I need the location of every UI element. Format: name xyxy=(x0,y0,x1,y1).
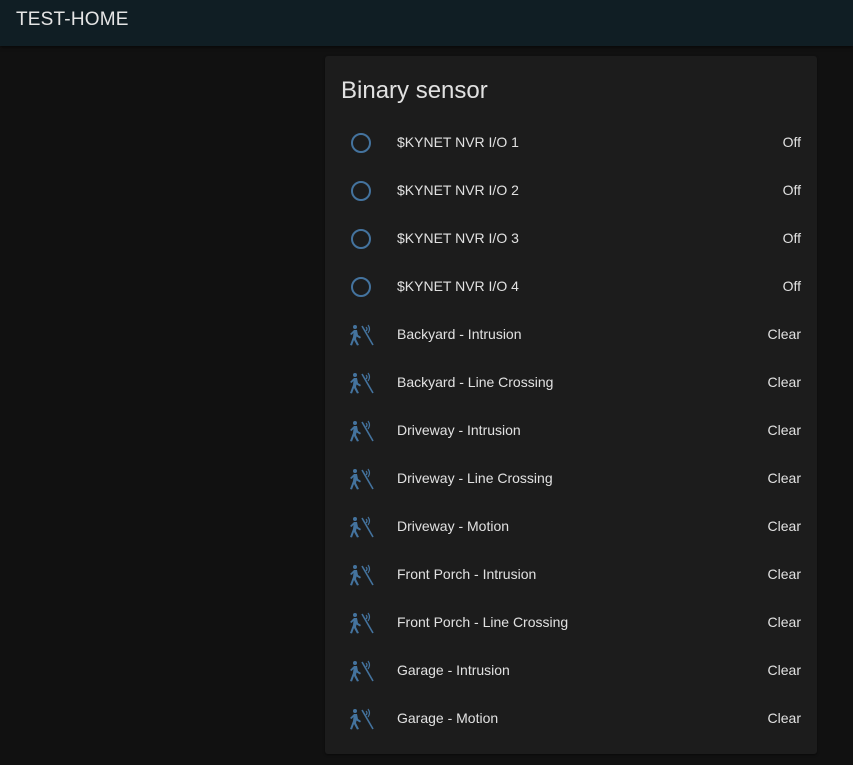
entity-name[interactable]: Driveway - Motion xyxy=(397,518,509,534)
motion-sensor-icon xyxy=(347,419,375,443)
radiobox-blank-icon xyxy=(347,275,375,299)
entity-row[interactable]: Backyard - Intrusion Clear xyxy=(325,311,817,359)
entity-state: Clear xyxy=(767,422,801,438)
motion-sensor-icon xyxy=(347,323,375,347)
entity-row[interactable]: $KYNET NVR I/O 1 Off xyxy=(325,119,817,167)
binary-sensor-card: Binary sensor $KYNET NVR I/O 1 Off $KYNET … xyxy=(325,56,817,754)
entity-name[interactable]: $KYNET NVR I/O 1 xyxy=(397,134,519,150)
entity-row[interactable]: $KYNET NVR I/O 3 Off xyxy=(325,215,817,263)
entity-state: Clear xyxy=(767,326,801,342)
entity-name[interactable]: Front Porch - Line Crossing xyxy=(397,614,568,630)
entity-name[interactable]: $KYNET NVR I/O 2 xyxy=(397,182,519,198)
entity-row[interactable]: $KYNET NVR I/O 4 Off xyxy=(325,263,817,311)
entity-state: Clear xyxy=(767,566,801,582)
entity-state: Clear xyxy=(767,470,801,486)
entity-row[interactable]: Garage - Intrusion Clear xyxy=(325,647,817,695)
entity-name[interactable]: Backyard - Line Crossing xyxy=(397,374,553,390)
entity-row[interactable]: $KYNET NVR I/O 2 Off xyxy=(325,167,817,215)
entity-state: Off xyxy=(782,134,801,150)
entity-row[interactable]: Backyard - Line Crossing Clear xyxy=(325,359,817,407)
card-title: Binary sensor xyxy=(341,77,488,104)
entity-row[interactable]: Garage - Motion Clear xyxy=(325,695,817,743)
motion-sensor-icon xyxy=(347,467,375,491)
motion-sensor-icon xyxy=(347,371,375,395)
entity-state: Clear xyxy=(767,518,801,534)
app-title: TEST-HOME xyxy=(16,9,129,30)
entity-row[interactable]: Driveway - Intrusion Clear xyxy=(325,407,817,455)
motion-sensor-icon xyxy=(347,659,375,683)
radiobox-blank-icon xyxy=(347,131,375,155)
entity-state: Clear xyxy=(767,662,801,678)
entity-name[interactable]: Garage - Motion xyxy=(397,710,498,726)
entity-list: $KYNET NVR I/O 1 Off $KYNET NVR I/O 2 Off $K… xyxy=(325,119,817,743)
radiobox-blank-icon xyxy=(347,227,375,251)
entity-state: Off xyxy=(782,278,801,294)
entity-state: Clear xyxy=(767,710,801,726)
entity-name[interactable]: Garage - Intrusion xyxy=(397,662,510,678)
entity-row[interactable]: Driveway - Line Crossing Clear xyxy=(325,455,817,503)
entity-state: Off xyxy=(782,230,801,246)
entity-name[interactable]: Backyard - Intrusion xyxy=(397,326,522,342)
entity-row[interactable]: Front Porch - Intrusion Clear xyxy=(325,551,817,599)
app-toolbar: TEST-HOME xyxy=(0,0,853,46)
motion-sensor-icon xyxy=(347,515,375,539)
entity-name[interactable]: Driveway - Intrusion xyxy=(397,422,521,438)
entity-name[interactable]: Front Porch - Intrusion xyxy=(397,566,536,582)
motion-sensor-icon xyxy=(347,611,375,635)
entity-state: Clear xyxy=(767,614,801,630)
entity-name[interactable]: Driveway - Line Crossing xyxy=(397,470,553,486)
entity-row[interactable]: Driveway - Motion Clear xyxy=(325,503,817,551)
entity-name[interactable]: $KYNET NVR I/O 3 xyxy=(397,230,519,246)
motion-sensor-icon xyxy=(347,563,375,587)
motion-sensor-icon xyxy=(347,707,375,731)
entity-state: Clear xyxy=(767,374,801,390)
entity-state: Off xyxy=(782,182,801,198)
entity-name[interactable]: $KYNET NVR I/O 4 xyxy=(397,278,519,294)
radiobox-blank-icon xyxy=(347,179,375,203)
entity-row[interactable]: Front Porch - Line Crossing Clear xyxy=(325,599,817,647)
